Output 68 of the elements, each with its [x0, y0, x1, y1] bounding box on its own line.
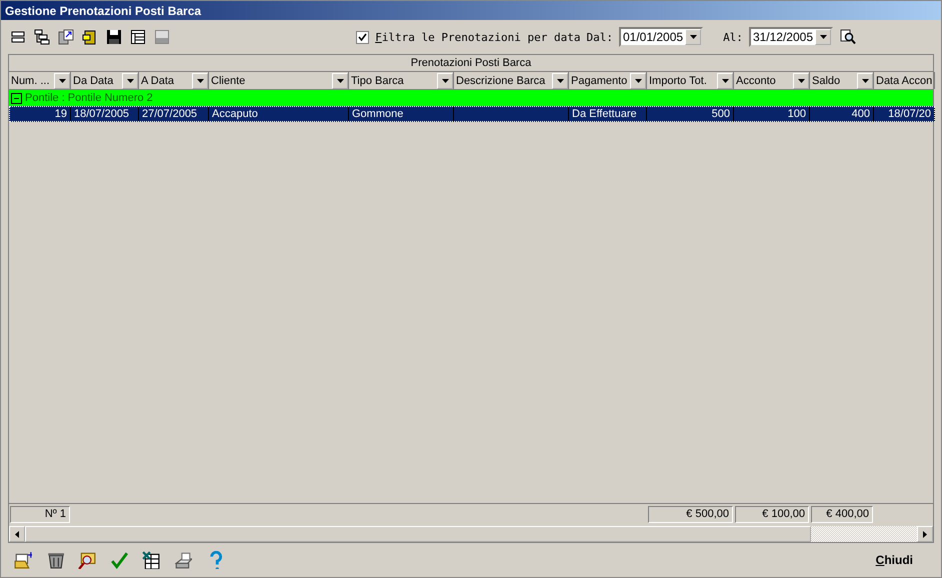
- total-value: € 500,00: [648, 506, 733, 523]
- dropdown-button[interactable]: [685, 29, 702, 45]
- table-cell: Accaputo: [209, 106, 349, 122]
- group-label: Pontile : Pontile Numero 2: [25, 92, 153, 104]
- table-cell: Da Effettuare: [569, 106, 647, 122]
- search-icon[interactable]: [839, 28, 857, 46]
- column-header[interactable]: Saldo: [810, 72, 874, 89]
- from-label: Dal:: [586, 30, 613, 44]
- right-arrow-icon: [923, 530, 927, 538]
- table-cell: Gommone: [349, 106, 454, 122]
- group-row[interactable]: Pontile : Pontile Numero 2: [9, 90, 933, 106]
- column-header[interactable]: A Data: [139, 72, 209, 89]
- spreadsheet-icon[interactable]: [141, 550, 161, 570]
- grid-title: Prenotazioni Posti Barca: [9, 55, 933, 72]
- dropdown-icon[interactable]: [857, 72, 873, 88]
- window-title: Gestione Prenotazioni Posti Barca: [1, 1, 941, 20]
- table-icon[interactable]: [129, 28, 147, 46]
- search-folder-icon[interactable]: [77, 550, 97, 570]
- dropdown-icon[interactable]: [122, 72, 138, 88]
- dropdown-button[interactable]: [815, 29, 831, 45]
- filter-label: Filtra le Prenotazioni per data: [375, 30, 580, 44]
- filter-checkbox[interactable]: [356, 30, 370, 44]
- dropdown-icon[interactable]: [332, 72, 348, 88]
- table-cell: 100: [734, 106, 810, 122]
- from-date-field[interactable]: 01/01/2005: [619, 27, 704, 47]
- column-header[interactable]: Data Accon: [874, 72, 935, 89]
- to-date-field[interactable]: 31/12/2005: [748, 27, 833, 47]
- dropdown-icon[interactable]: [793, 72, 809, 88]
- to-label: Al:: [723, 30, 743, 44]
- printer-icon[interactable]: [173, 550, 193, 570]
- collapse-icon[interactable]: [11, 92, 22, 104]
- dropdown-icon[interactable]: [437, 72, 453, 88]
- grid-arrow-icon[interactable]: [57, 28, 75, 46]
- column-header[interactable]: Importo Tot.: [647, 72, 734, 89]
- total-value: € 400,00: [811, 506, 873, 523]
- dropdown-icon[interactable]: [54, 72, 70, 88]
- new-folder-icon[interactable]: [13, 550, 33, 570]
- scroll-right-button[interactable]: [917, 526, 933, 542]
- table-cell: 500: [647, 106, 734, 122]
- caret-icon: [820, 35, 826, 39]
- column-header[interactable]: Descrizione Barca: [454, 72, 569, 89]
- column-header[interactable]: Da Data: [71, 72, 139, 89]
- column-header[interactable]: Cliente: [209, 72, 349, 89]
- table-row[interactable]: 19 18/07/2005 27/07/2005 Accaputo Gommone Da Effettuare 500 100 400 18/07/20: [9, 106, 935, 122]
- column-header[interactable]: Num. ...: [9, 72, 71, 89]
- scroll-left-button[interactable]: [9, 526, 25, 542]
- table-cell: 18/07/2005: [71, 106, 139, 122]
- dropdown-icon[interactable]: [630, 72, 646, 88]
- save-icon[interactable]: [105, 28, 123, 46]
- tree-icon[interactable]: [33, 28, 51, 46]
- total-value: € 100,00: [735, 506, 809, 523]
- record-count: Nº 1: [10, 506, 70, 523]
- column-header[interactable]: Pagamento: [569, 72, 647, 89]
- left-arrow-icon: [15, 530, 19, 538]
- panel-icon[interactable]: [153, 28, 171, 46]
- column-header[interactable]: Acconto: [734, 72, 810, 89]
- close-button[interactable]: Chiudi: [872, 551, 917, 569]
- column-header[interactable]: Tipo Barca: [349, 72, 454, 89]
- dropdown-icon[interactable]: [717, 72, 733, 88]
- table-cell: 19: [9, 106, 71, 122]
- dropdown-icon[interactable]: [192, 72, 208, 88]
- check-icon[interactable]: [109, 550, 129, 570]
- caret-icon: [690, 35, 697, 39]
- table-cell: 27/07/2005: [139, 106, 209, 122]
- dropdown-icon[interactable]: [552, 72, 568, 88]
- scrollbar-thumb[interactable]: [25, 526, 811, 542]
- table-cell: 400: [810, 106, 874, 122]
- table-cell: 18/07/20: [874, 106, 935, 122]
